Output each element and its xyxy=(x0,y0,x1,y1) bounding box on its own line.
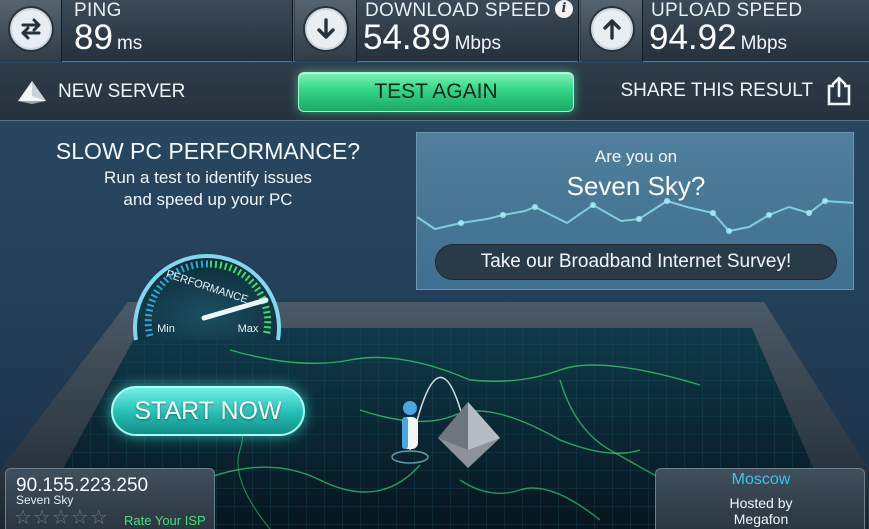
upload-value: 94.92 Mbps xyxy=(649,18,787,58)
star-icon[interactable]: ☆ xyxy=(33,508,51,528)
star-icon[interactable]: ☆ xyxy=(52,508,70,528)
ping-unit: ms xyxy=(116,33,143,54)
action-bar: NEW SERVER TEST AGAIN SHARE THIS RESULT xyxy=(0,63,869,121)
download-number: 54.89 xyxy=(363,18,451,57)
upload-stat: UPLOAD SPEED 94.92 Mbps xyxy=(578,0,869,62)
start-now-button[interactable]: START NOW xyxy=(111,386,305,436)
promo-text: Run a test to identify issues and speed … xyxy=(36,167,380,211)
download-icon-box xyxy=(295,0,357,62)
server-city[interactable]: Moscow xyxy=(656,471,866,489)
server-triangle-icon xyxy=(18,81,46,104)
client-info-panel: 90.155.223.250 Seven Sky ☆ ☆ ☆ ☆ ☆ Rate … xyxy=(5,468,215,529)
server-info-panel: Moscow Hosted by Megafon xyxy=(655,468,865,529)
ping-stat: PING 89 ms xyxy=(0,0,290,62)
isp-rating-stars[interactable]: ☆ ☆ ☆ ☆ ☆ xyxy=(14,508,109,528)
ping-number: 89 xyxy=(74,18,113,57)
download-unit: Mbps xyxy=(454,33,502,54)
star-icon[interactable]: ☆ xyxy=(90,508,108,528)
upload-arrow-icon xyxy=(591,8,633,50)
test-again-button[interactable]: TEST AGAIN xyxy=(298,72,574,112)
isp-name: Seven Sky xyxy=(16,493,74,507)
share-icon xyxy=(827,76,851,106)
new-server-button[interactable]: NEW SERVER xyxy=(16,77,185,107)
survey-panel: Are you on Seven Sky? Take our Broadband… xyxy=(416,132,854,290)
hosted-by-label: Hosted by xyxy=(729,495,793,511)
new-server-label: NEW SERVER xyxy=(58,81,186,102)
download-value: 54.89 Mbps xyxy=(363,18,501,58)
host-name: Megafon xyxy=(733,511,789,527)
survey-isp-name: Seven Sky? xyxy=(566,171,706,201)
promo-line-1: Run a test to identify issues xyxy=(104,168,312,187)
info-icon[interactable]: i xyxy=(555,0,573,18)
promo-line-2: and speed up your PC xyxy=(123,190,293,209)
upload-icon-box xyxy=(581,0,643,62)
survey-question: Are you on xyxy=(594,147,678,166)
ping-icon-box xyxy=(0,0,62,62)
upload-number: 94.92 xyxy=(649,18,737,57)
performance-gauge: PERFORMANCE Min Max xyxy=(133,254,281,341)
share-label: SHARE THIS RESULT xyxy=(620,80,813,101)
rate-isp-link[interactable]: Rate Your ISP xyxy=(124,513,206,528)
download-arrow-icon xyxy=(305,8,347,50)
star-icon[interactable]: ☆ xyxy=(71,508,89,528)
gauge-max-label: Max xyxy=(238,323,259,335)
survey-button[interactable]: Take our Broadband Internet Survey! xyxy=(435,244,837,280)
ping-arrows-icon xyxy=(10,8,52,50)
star-icon[interactable]: ☆ xyxy=(14,508,32,528)
gauge-min-label: Min xyxy=(157,323,175,335)
results-bar: PING 89 ms DOWNLOAD SPEED i 54.89 Mbps UPL… xyxy=(0,0,869,62)
promo-title: SLOW PC PERFORMANCE? xyxy=(55,138,361,164)
ping-value: 89 ms xyxy=(74,18,142,58)
download-stat: DOWNLOAD SPEED i 54.89 Mbps xyxy=(292,0,577,62)
share-result-button[interactable]: SHARE THIS RESULT xyxy=(620,75,853,107)
upload-unit: Mbps xyxy=(740,33,788,54)
